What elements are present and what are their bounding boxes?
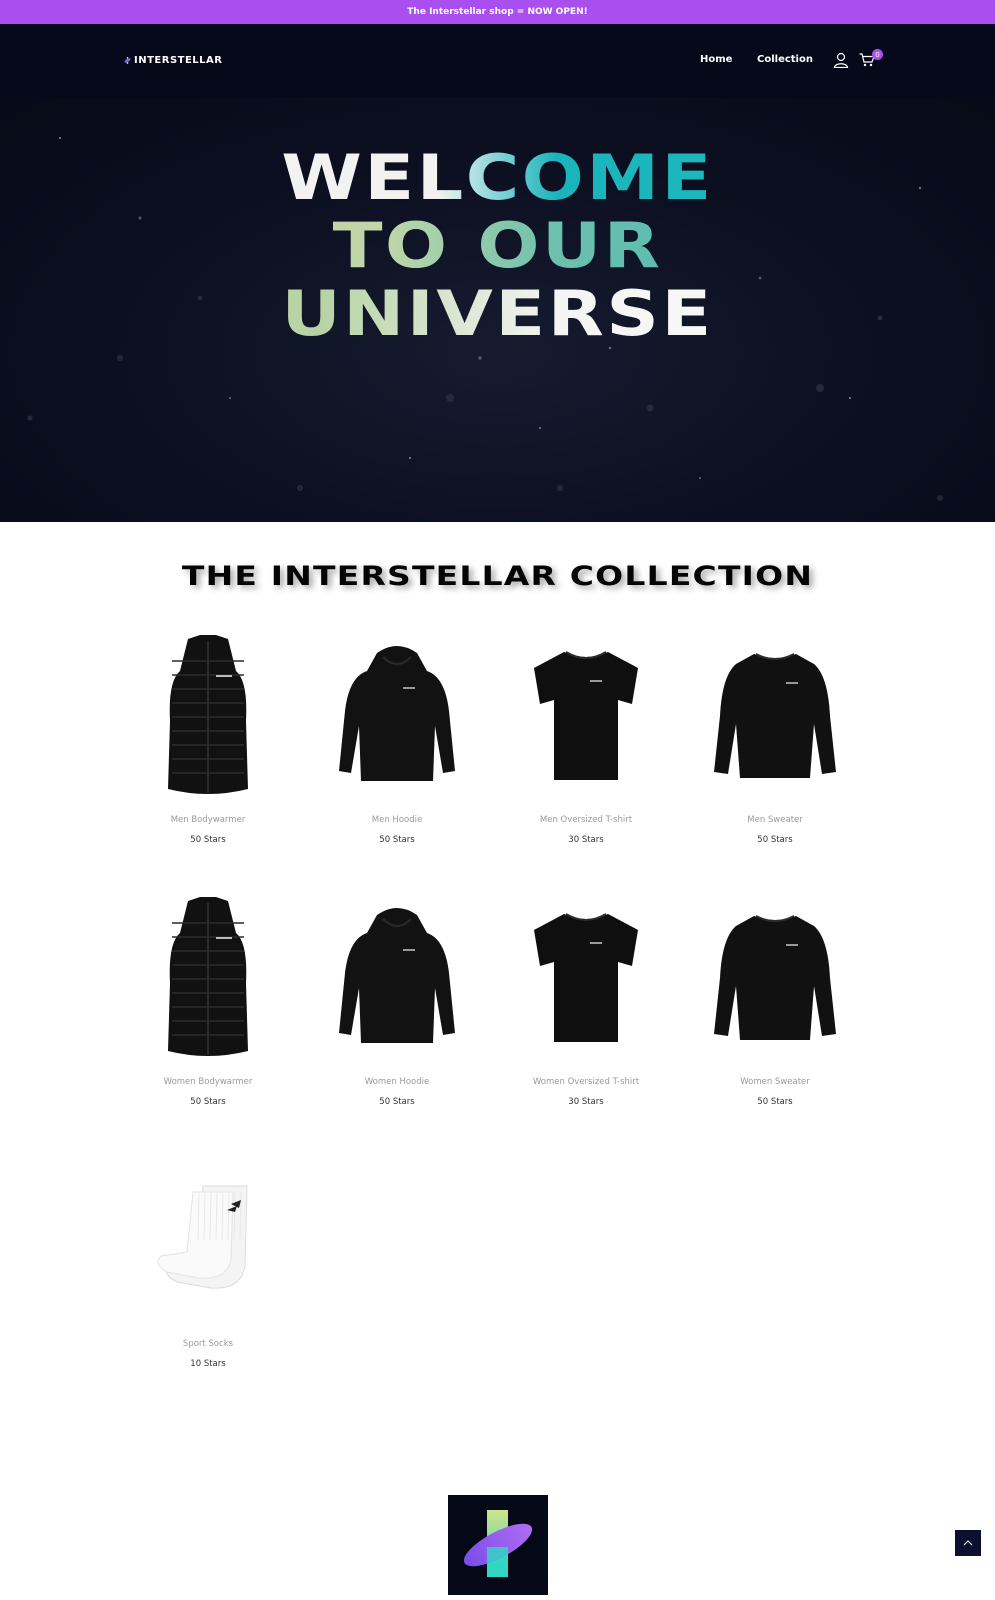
product-name[interactable]: Women Sweater — [695, 1077, 855, 1089]
product-image[interactable] — [128, 627, 288, 805]
product-image[interactable] — [695, 627, 855, 805]
product-name[interactable]: Men Sweater — [695, 815, 855, 827]
nav-collection[interactable]: Collection — [757, 54, 813, 65]
hero-line-3: UNIVERSE — [0, 280, 995, 348]
logo-text: INTERSTELLAR — [134, 55, 223, 66]
product-image[interactable] — [128, 1151, 288, 1329]
product-price: 50 Stars — [190, 835, 226, 845]
product-name[interactable]: Women Oversized T-shirt — [506, 1077, 666, 1089]
hero-line-2: TO OUR — [0, 212, 995, 280]
hero-line-1: WELCOME — [0, 144, 995, 212]
product-card[interactable]: Men Sweater 50 Stars — [695, 627, 855, 845]
product-price: 50 Stars — [190, 1097, 226, 1107]
product-price: 50 Stars — [379, 1097, 415, 1107]
announcement-bar: The Interstellar shop = NOW OPEN! — [0, 0, 995, 24]
product-name[interactable]: Men Bodywarmer — [128, 815, 288, 827]
nav-home[interactable]: Home — [700, 54, 732, 65]
hero-banner: WELCOME TO OUR UNIVERSE — [0, 98, 995, 522]
product-price: 30 Stars — [568, 835, 604, 845]
product-name[interactable]: Women Hoodie — [317, 1077, 477, 1089]
product-price: 50 Stars — [757, 835, 793, 845]
product-price: 10 Stars — [190, 1359, 226, 1369]
logo-mark-icon — [124, 57, 131, 64]
hero-headline: WELCOME TO OUR UNIVERSE — [0, 144, 995, 348]
product-card[interactable]: Women Bodywarmer 50 Stars — [128, 889, 288, 1107]
user-icon[interactable] — [833, 52, 849, 68]
collection-title: THE INTERSTELLAR COLLECTION — [181, 561, 814, 592]
product-name[interactable]: Men Hoodie — [317, 815, 477, 827]
back-to-top-button[interactable] — [955, 1530, 981, 1556]
chevron-up-icon — [963, 1540, 973, 1546]
announcement-text: The Interstellar shop = NOW OPEN! — [407, 7, 588, 17]
product-card[interactable]: Men Hoodie 50 Stars — [317, 627, 477, 845]
product-card[interactable]: Women Hoodie 50 Stars — [317, 889, 477, 1107]
cart-count-badge: 0 — [872, 49, 883, 60]
product-name[interactable]: Sport Socks — [128, 1339, 288, 1351]
footer-logo — [448, 1495, 548, 1595]
product-price: 50 Stars — [379, 835, 415, 845]
product-card[interactable]: Sport Socks 10 Stars — [128, 1151, 288, 1369]
product-price: 50 Stars — [757, 1097, 793, 1107]
product-image[interactable] — [695, 889, 855, 1067]
product-card[interactable]: Men Bodywarmer 50 Stars — [128, 627, 288, 845]
product-name[interactable]: Women Bodywarmer — [128, 1077, 288, 1089]
site-logo[interactable]: INTERSTELLAR — [124, 55, 222, 66]
product-card[interactable]: Women Sweater 50 Stars — [695, 889, 855, 1107]
product-name[interactable]: Men Oversized T-shirt — [506, 815, 666, 827]
product-image[interactable] — [128, 889, 288, 1067]
product-price: 30 Stars — [568, 1097, 604, 1107]
product-image[interactable] — [317, 627, 477, 805]
product-card[interactable]: Women Oversized T-shirt 30 Stars — [506, 889, 666, 1107]
product-image[interactable] — [317, 889, 477, 1067]
product-image[interactable] — [506, 889, 666, 1067]
product-card[interactable]: Men Oversized T-shirt 30 Stars — [506, 627, 666, 845]
brand-mark-icon — [463, 1510, 533, 1577]
product-image[interactable] — [506, 627, 666, 805]
site-header: INTERSTELLAR Home Collection 0 — [0, 24, 995, 98]
